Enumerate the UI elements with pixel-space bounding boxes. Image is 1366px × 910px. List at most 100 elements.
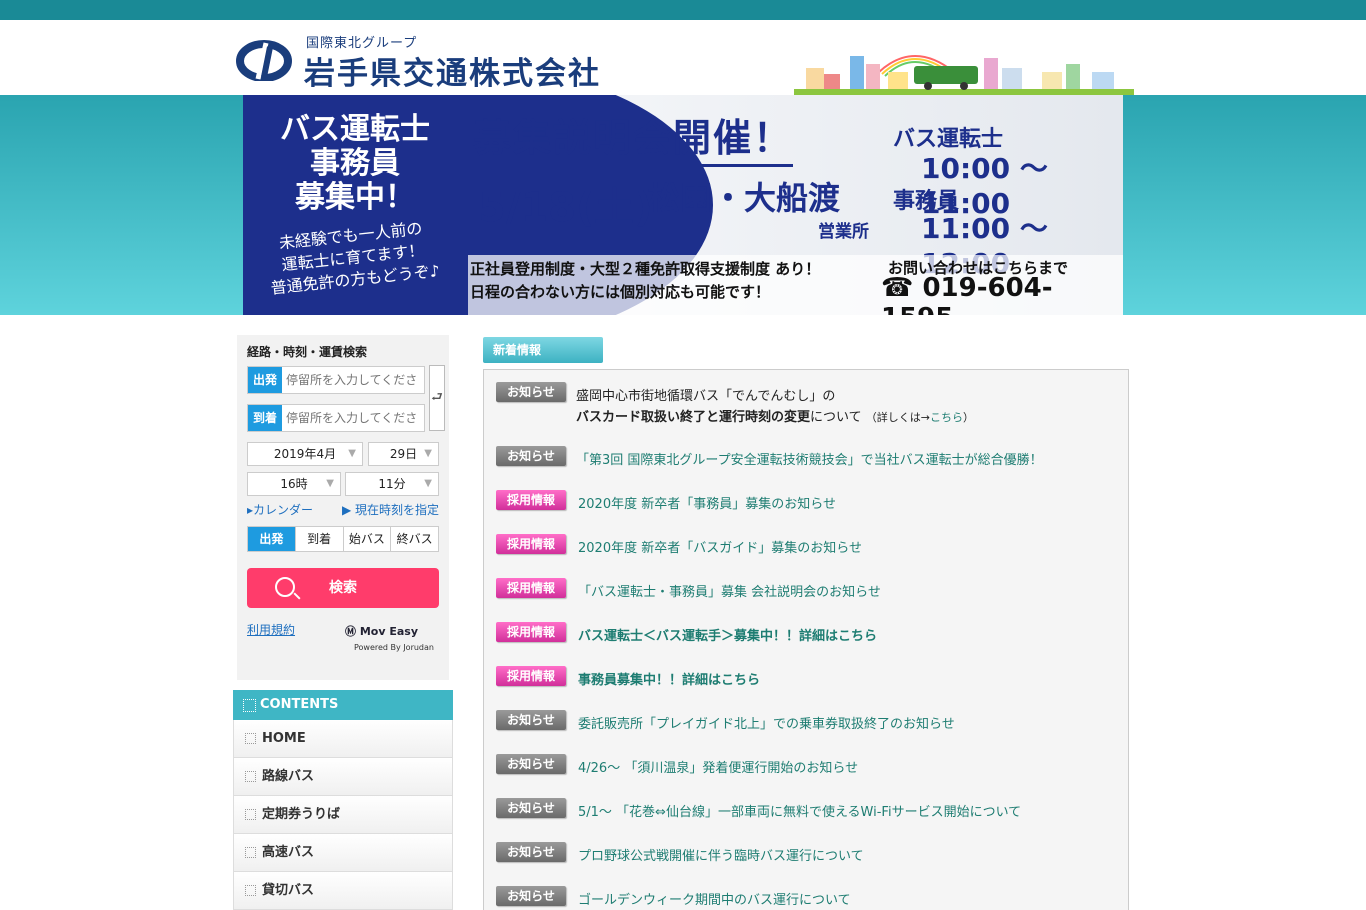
top-bar (0, 0, 1366, 20)
arrive-stop-input[interactable] (286, 408, 424, 428)
arrive-tag: 到着 (248, 405, 282, 431)
news-badge: お知らせ (496, 886, 566, 906)
moveasy-logo: Ⓜ Mov Easy (345, 625, 418, 638)
news-tab: 新着情報 (483, 337, 603, 363)
banner-office: 営業所 (818, 222, 869, 242)
company-logo[interactable]: 国際東北グループ 岩手県交通株式会社 (236, 32, 656, 92)
news-badge: お知らせ (496, 842, 566, 862)
news-badge: 採用情報 (496, 490, 566, 510)
news-text: 2020年度 新卒者「バスガイド」募集のお知らせ (578, 541, 862, 556)
contents-title: CONTENTS (260, 697, 339, 712)
banner-left-title-line: 募集中！ (295, 180, 415, 215)
news-text-rest: について (810, 410, 862, 425)
chevron-down-icon: ▼ (326, 478, 334, 489)
contents-header: CONTENTS (233, 690, 453, 720)
nav-item-label: 高速バス (262, 845, 315, 860)
hour-select[interactable]: 16時 ▼ (247, 472, 341, 496)
nav-item-label: HOME (262, 731, 306, 746)
current-time-link[interactable]: ▶ 現在時刻を指定 (342, 501, 439, 518)
news-detail-link[interactable]: こちら (930, 411, 963, 424)
banner-date: 5/18(土) (478, 185, 653, 231)
depart-stop-input[interactable] (286, 370, 424, 390)
news-text: バス運転士＜バス運転手＞募集中！！詳細はこちら (578, 629, 878, 644)
news-text: ゴールデンウィーク期間中のバス運行について (578, 893, 851, 908)
banner-benefit: 正社員登用制度・大型２種免許取得支援制度 あり！ (470, 260, 821, 278)
news-detail-suffix: ） (963, 411, 974, 424)
mode-last-bus[interactable]: 終バス (390, 527, 438, 551)
mode-first-bus[interactable]: 始バス (342, 527, 391, 551)
site-header: 国際東北グループ 岩手県交通株式会社 (0, 20, 1366, 95)
news-badge: お知らせ (496, 798, 566, 818)
banner-benefit: 日程の合わない方には個別対応も可能です！ (470, 283, 771, 301)
search-mode-toggle: 出発 到着 始バス 終バス (247, 526, 439, 552)
swap-stops-button[interactable]: ⮐ (429, 365, 445, 431)
powered-by: Powered By Jorudan (354, 643, 434, 652)
chevron-down-icon: ▼ (424, 448, 432, 459)
calendar-link[interactable]: ▸カレンダー (247, 501, 313, 518)
news-list: お知らせ 盛岡中心市街地循環バス「でんでんむし」の バスカード取扱い終了と運行時… (483, 369, 1129, 910)
nav-item-home[interactable]: HOME (233, 720, 453, 758)
news-text: 5/1～ 「花巻⇔仙台線」一部車両に無料で使えるWi-Fiサービス開始について (578, 805, 1022, 820)
nav-item-pass-office[interactable]: 定期券うりば (233, 796, 453, 834)
contents-nav: HOME 路線バス 定期券うりば 高速バス 貸切バス (233, 720, 453, 910)
square-icon (245, 809, 256, 820)
route-search-panel: 経路・時刻・運賃検索 出発 到着 ⮐ 2019年4月 ▼ 29日 ▼ 16時 ▼ 11… (237, 335, 449, 680)
terms-link[interactable]: 利用規約 (247, 621, 295, 638)
nav-item-route-bus[interactable]: 路線バス (233, 758, 453, 796)
search-title: 経路・時刻・運賃検索 (247, 345, 368, 359)
news-text: 2020年度 新卒者「事務員」募集のお知らせ (578, 497, 836, 512)
square-icon (245, 733, 256, 744)
news-badge: お知らせ (496, 710, 566, 730)
square-icon (245, 771, 256, 782)
news-text: 「第3回 国際東北グループ安全運転技術競技会」で当社バス運転士が総合優勝！ (576, 453, 1043, 468)
mode-arrive[interactable]: 到着 (294, 527, 343, 551)
news-text: 4/26～ 「須川温泉」発着便運行開始のお知らせ (578, 761, 859, 776)
hour-value: 16時 (280, 477, 308, 491)
nav-item-charter-bus[interactable]: 貸切バス (233, 872, 453, 910)
recruitment-banner[interactable]: バス運転士 事務員 募集中！ 未経験でも一人前の 運転士に育てます！ 普通免許の… (243, 95, 1123, 315)
banner-place: 松園・大船渡 (648, 179, 841, 217)
news-badge: お知らせ (496, 446, 566, 466)
minute-select[interactable]: 11分 ▼ (345, 472, 439, 496)
day-value: 29日 (389, 447, 418, 461)
search-button-label: 検索 (329, 580, 357, 596)
square-icon (245, 847, 256, 858)
news-badge: 採用情報 (496, 578, 566, 598)
banner-left-title-line: 事務員 (310, 146, 400, 181)
news-badge: お知らせ (496, 382, 566, 402)
chevron-down-icon: ▼ (348, 448, 356, 459)
news-text-line2: バスカード取扱い終了と運行時刻の変更について （詳しくは→こちら） (576, 406, 974, 425)
news-badge: 採用情報 (496, 622, 566, 642)
search-icon (275, 577, 295, 597)
minute-value: 11分 (378, 477, 406, 491)
news-badge: お知らせ (496, 754, 566, 774)
day-select[interactable]: 29日 ▼ (368, 442, 439, 466)
news-text: 事務員募集中！！詳細はこちら (578, 673, 761, 688)
company-name: 岩手県交通株式会社 (304, 56, 601, 92)
news-text: 「バス運転士・事務員」募集 会社説明会のお知らせ (578, 585, 881, 600)
month-value: 2019年4月 (273, 447, 337, 461)
nav-item-label: 定期券うりば (262, 807, 341, 822)
square-icon (245, 885, 256, 896)
news-text: プロ野球公式戦開催に伴う臨時バス運行について (578, 849, 864, 864)
arrive-stop-field: 到着 (247, 404, 425, 432)
depart-tag: 出発 (248, 367, 282, 393)
banner-phone: ☎ 019-604-1595 (881, 273, 1053, 315)
search-button[interactable]: 検索 (247, 568, 439, 608)
banner-left-title-line: バス運転士 (280, 112, 430, 147)
month-select[interactable]: 2019年4月 ▼ (247, 442, 363, 466)
banner-title: 募集説明会開催！ (473, 107, 794, 167)
town-illustration (794, 55, 1134, 95)
nav-item-highway-bus[interactable]: 高速バス (233, 834, 453, 872)
banner-left-title: バス運転士 事務員 募集中！ (255, 113, 455, 215)
news-text: 委託販売所「プレイガイド北上」での乗車券取扱終了のお知らせ (578, 717, 955, 732)
nav-item-label: 路線バス (262, 769, 315, 784)
square-icon (243, 699, 256, 712)
news-detail-prefix: （詳しくは→ (865, 411, 930, 424)
news-text: 盛岡中心市街地循環バス「でんでんむし」の (576, 389, 836, 404)
news-text-bold: バスカード取扱い終了と運行時刻の変更 (576, 410, 811, 425)
mode-depart[interactable]: 出発 (248, 527, 295, 551)
news-badge: 採用情報 (496, 666, 566, 686)
company-logo-icon (236, 40, 292, 81)
nav-item-label: 貸切バス (262, 883, 315, 898)
